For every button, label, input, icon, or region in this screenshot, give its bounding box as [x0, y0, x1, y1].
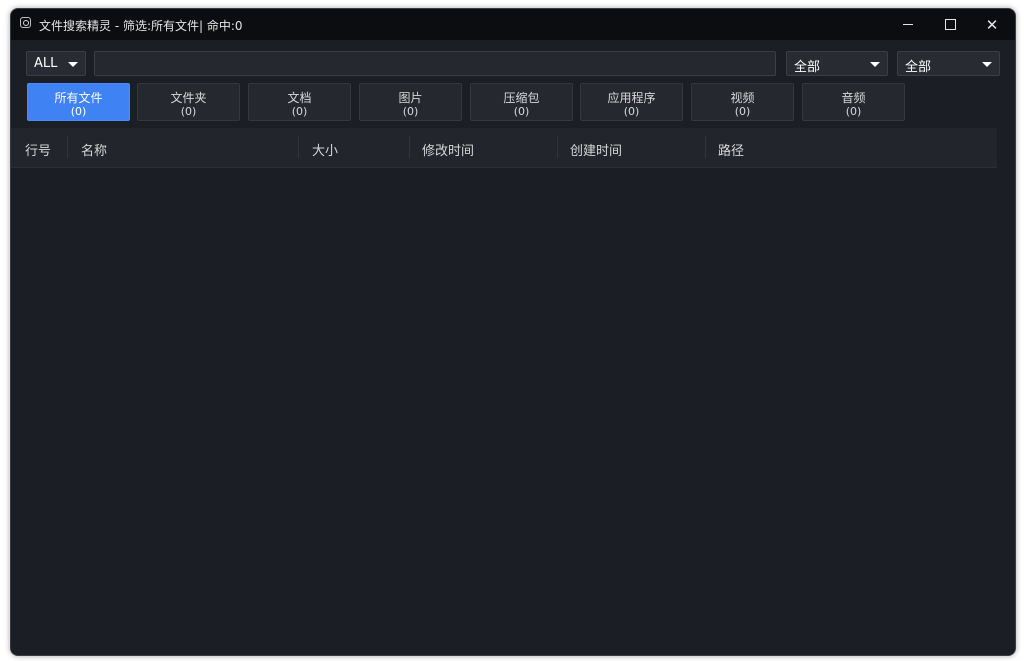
tab-videos[interactable]: 视频 (0) — [691, 83, 794, 121]
tab-documents[interactable]: 文档 (0) — [248, 83, 351, 121]
results-table-body[interactable] — [11, 168, 1015, 655]
close-button[interactable]: ✕ — [969, 9, 1015, 40]
tab-count: (0) — [180, 105, 197, 118]
chevron-down-icon — [982, 62, 992, 67]
column-divider[interactable] — [557, 136, 558, 158]
tab-label: 视频 — [730, 91, 755, 105]
column-divider[interactable] — [705, 136, 706, 158]
tab-audio[interactable]: 音频 (0) — [802, 83, 905, 121]
search-input[interactable] — [94, 51, 776, 76]
results-table-header: 行号 名称 大小 修改时间 创建时间 路径 — [11, 128, 997, 168]
column-header-size[interactable]: 大小 — [312, 140, 338, 159]
tab-count: (0) — [402, 105, 419, 118]
column-header-name[interactable]: 名称 — [81, 140, 107, 159]
title-bar[interactable]: 文件搜索精灵 - 筛选:所有文件| 命中:0 ✕ — [11, 9, 1015, 40]
filter-dropdown-2[interactable]: 全部 — [897, 51, 1000, 76]
minimize-icon — [903, 24, 913, 25]
chevron-down-icon — [870, 62, 880, 67]
tab-archives[interactable]: 压缩包 (0) — [470, 83, 573, 121]
column-header-modified[interactable]: 修改时间 — [422, 140, 474, 159]
scope-dropdown-value: ALL — [34, 56, 58, 71]
tab-folders[interactable]: 文件夹 (0) — [137, 83, 240, 121]
window-title: 文件搜索精灵 - 筛选:所有文件| 命中:0 — [39, 19, 243, 33]
column-header-path[interactable]: 路径 — [718, 140, 744, 159]
column-divider[interactable] — [409, 136, 410, 158]
tab-label: 文档 — [287, 91, 312, 105]
tab-applications[interactable]: 应用程序 (0) — [580, 83, 683, 121]
chevron-down-icon — [68, 62, 78, 67]
filter-dropdown-1[interactable]: 全部 — [786, 51, 888, 76]
tab-label: 压缩包 — [503, 91, 540, 105]
column-divider[interactable] — [298, 136, 299, 158]
tab-label: 文件夹 — [170, 91, 207, 105]
tab-count: (0) — [734, 105, 751, 118]
filter-dropdown-1-value: 全部 — [794, 60, 821, 75]
tab-label: 音频 — [841, 91, 866, 105]
filter-dropdown-2-value: 全部 — [905, 60, 932, 75]
tab-label: 所有文件 — [54, 91, 103, 105]
column-header-row-number[interactable]: 行号 — [25, 140, 51, 159]
search-app-icon — [20, 17, 31, 28]
tab-count: (0) — [70, 105, 87, 118]
column-divider[interactable] — [67, 136, 68, 158]
column-header-created[interactable]: 创建时间 — [570, 140, 622, 159]
tab-label: 图片 — [398, 91, 423, 105]
maximize-icon — [944, 19, 956, 30]
scope-dropdown[interactable]: ALL — [26, 51, 86, 76]
tab-count: (0) — [513, 105, 530, 118]
tab-count: (0) — [623, 105, 640, 118]
close-icon: ✕ — [985, 15, 999, 34]
tab-count: (0) — [845, 105, 862, 118]
tab-label: 应用程序 — [607, 91, 656, 105]
maximize-button[interactable] — [927, 9, 973, 40]
tab-images[interactable]: 图片 (0) — [359, 83, 462, 121]
minimize-button[interactable] — [885, 9, 931, 40]
app-window: 文件搜索精灵 - 筛选:所有文件| 命中:0 ✕ ALL 全部 全部 所有文件 … — [10, 8, 1016, 656]
tab-count: (0) — [291, 105, 308, 118]
tab-all-files[interactable]: 所有文件 (0) — [27, 83, 130, 121]
